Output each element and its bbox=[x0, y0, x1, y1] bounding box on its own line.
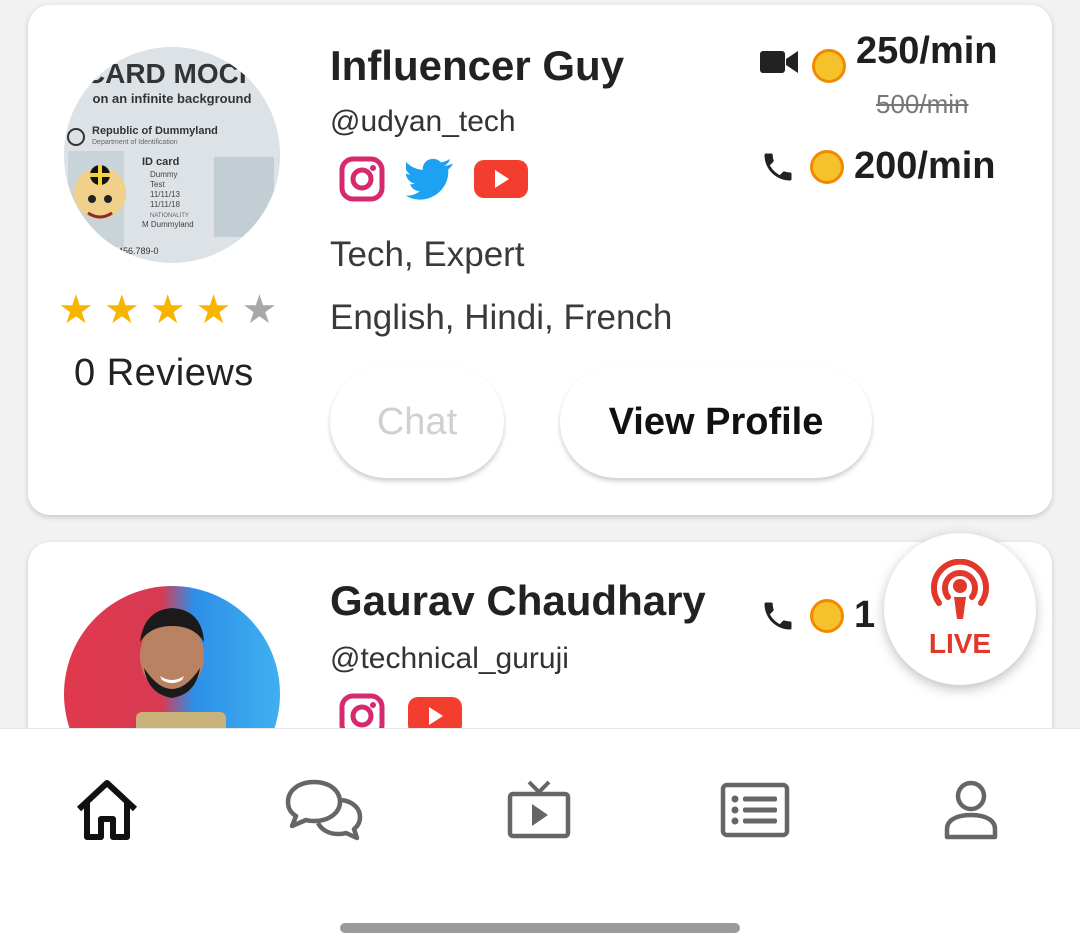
chat-bubbles-icon bbox=[284, 778, 364, 847]
live-button[interactable]: LIVE bbox=[884, 533, 1036, 685]
svg-text:11/11/13: 11/11/13 bbox=[150, 190, 181, 199]
svg-text:Test: Test bbox=[150, 180, 165, 189]
svg-text:Dummy: Dummy bbox=[150, 170, 178, 179]
svg-text:ID card: ID card bbox=[142, 156, 179, 168]
live-label: LIVE bbox=[928, 627, 992, 659]
influencer-handle: @technical_guruji bbox=[330, 642, 569, 675]
influencer-card[interactable]: CARD MOCK on an infinite background Repu… bbox=[28, 5, 1052, 515]
tv-play-icon bbox=[507, 780, 571, 845]
avatar: CARD MOCK on an infinite background Repu… bbox=[64, 47, 280, 263]
svg-text:Department of Identification: Department of Identification bbox=[92, 139, 178, 146]
phone-icon bbox=[760, 598, 796, 634]
home-indicator[interactable] bbox=[340, 923, 740, 933]
svg-text:Republic of Dummyland: Republic of Dummyland bbox=[92, 125, 218, 137]
twitter-icon[interactable] bbox=[406, 155, 454, 203]
nav-profile[interactable] bbox=[926, 777, 1016, 847]
nav-home[interactable] bbox=[62, 777, 152, 847]
coin-icon bbox=[810, 149, 844, 184]
avatar-text: CARD MOCK bbox=[85, 58, 259, 89]
star-icon: ★ bbox=[195, 288, 232, 332]
chat-button[interactable]: Chat bbox=[330, 366, 504, 478]
star-icon: ★ bbox=[149, 288, 186, 332]
expertise-tags: Tech, Expert bbox=[330, 235, 525, 274]
svg-text:NATIONALITY: NATIONALITY bbox=[150, 213, 189, 219]
home-icon bbox=[73, 779, 141, 846]
call-price: 1 bbox=[854, 594, 876, 636]
influencer-name: Influencer Guy bbox=[330, 42, 625, 89]
podcast-live-icon bbox=[929, 558, 991, 626]
influencer-handle: @udyan_tech bbox=[330, 105, 516, 138]
video-call-price: 250/min bbox=[760, 30, 998, 83]
svg-text:on an infinite background: on an infinite background bbox=[93, 91, 252, 106]
list-icon bbox=[720, 782, 790, 843]
star-icon: ★ bbox=[58, 288, 94, 332]
audio-call-price: 200/min bbox=[760, 145, 996, 188]
call-price: 200/min bbox=[854, 145, 996, 187]
svg-text:11/11/18: 11/11/18 bbox=[150, 200, 181, 209]
video-price: 250/min bbox=[856, 29, 998, 72]
star-icon: ★ bbox=[241, 288, 278, 332]
youtube-icon[interactable] bbox=[474, 155, 528, 203]
influencer-name: Gaurav Chaudhary bbox=[330, 577, 706, 624]
social-links bbox=[338, 155, 528, 203]
bottom-navigation bbox=[0, 728, 1080, 950]
reviews-count: 0 Reviews bbox=[74, 352, 254, 394]
instagram-icon[interactable] bbox=[338, 155, 386, 203]
phone-icon bbox=[760, 149, 796, 185]
video-old-price: 500/min bbox=[876, 89, 969, 119]
coin-icon bbox=[810, 598, 844, 633]
svg-text:456.789-0: 456.789-0 bbox=[118, 246, 159, 256]
star-icon: ★ bbox=[103, 288, 140, 332]
rating-stars: ★ ★ ★ ★ ★ bbox=[58, 290, 277, 330]
svg-text:M Dummyland: M Dummyland bbox=[142, 220, 194, 229]
view-profile-button[interactable]: View Profile bbox=[560, 366, 872, 478]
video-camera-icon bbox=[760, 49, 798, 75]
nav-chats[interactable] bbox=[279, 777, 369, 847]
audio-call-price: 1 bbox=[760, 594, 875, 637]
coin-icon bbox=[812, 49, 846, 83]
languages: English, Hindi, French bbox=[330, 298, 673, 337]
nav-list[interactable] bbox=[710, 777, 800, 847]
user-icon bbox=[943, 779, 999, 846]
nav-live-tv[interactable] bbox=[494, 777, 584, 847]
